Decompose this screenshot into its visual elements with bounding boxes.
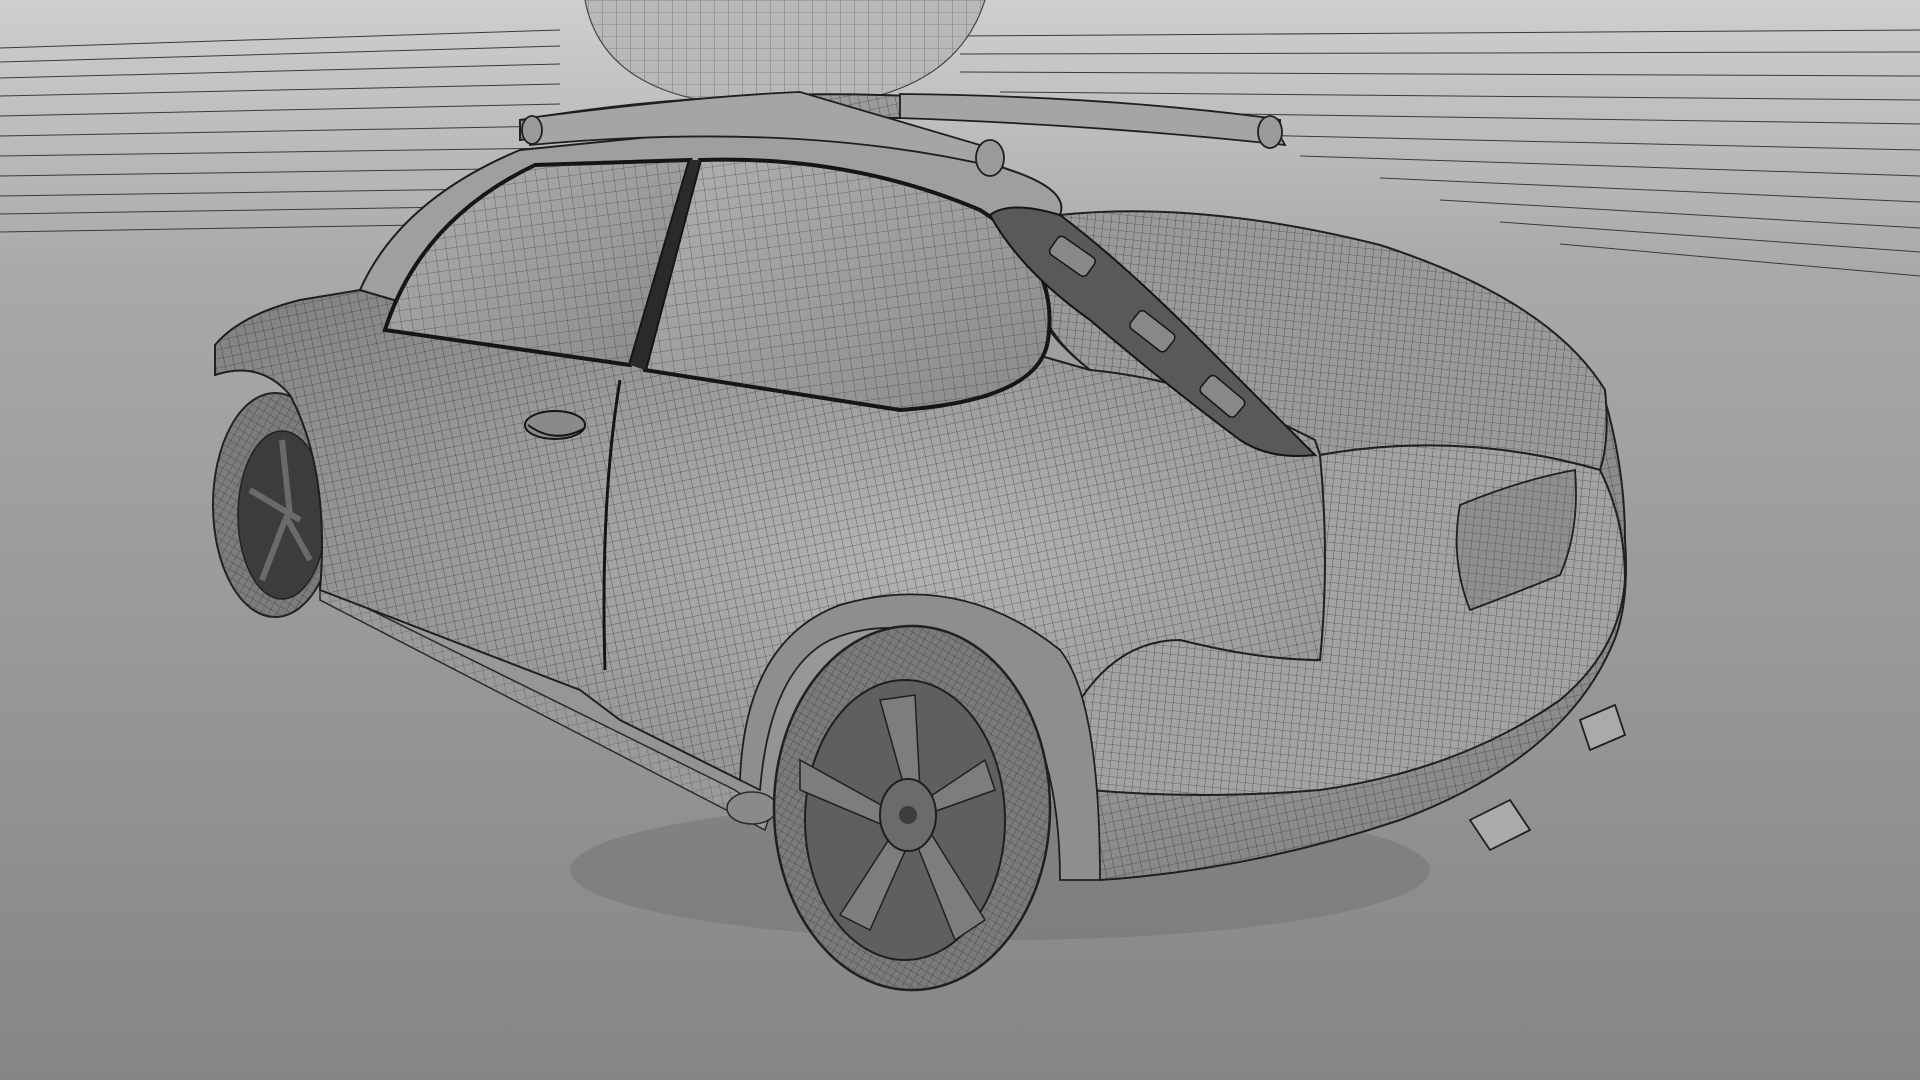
- wireframe-scene: [0, 0, 1920, 1080]
- rear-wheel: [772, 624, 1052, 992]
- render-viewport: [0, 0, 1920, 1080]
